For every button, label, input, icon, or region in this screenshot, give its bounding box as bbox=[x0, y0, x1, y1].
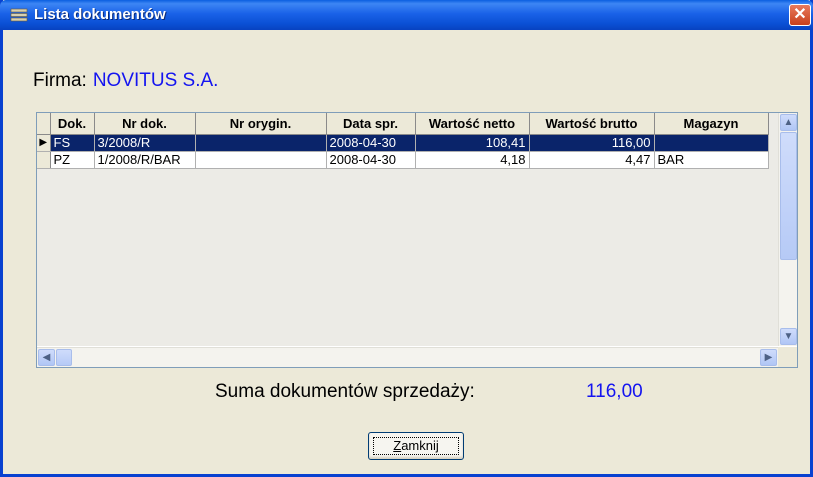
column-header-wartosc-netto[interactable]: Wartość netto bbox=[415, 113, 530, 135]
grid-body: Dok. Nr dok. Nr orygin. Data spr. Wartoś… bbox=[37, 113, 778, 346]
cell-magazyn[interactable]: BAR bbox=[654, 151, 769, 169]
horizontal-scrollbar[interactable]: ◀ ▶ bbox=[37, 347, 778, 367]
horizontal-scroll-thumb[interactable] bbox=[56, 349, 72, 366]
close-button[interactable]: Zamknij bbox=[368, 432, 464, 460]
close-icon[interactable]: ✕ bbox=[789, 4, 811, 26]
row-indicator-header bbox=[37, 113, 51, 135]
scroll-left-icon[interactable]: ◀ bbox=[38, 349, 55, 366]
row-indicator bbox=[37, 151, 51, 169]
cell-dok[interactable]: FS bbox=[50, 134, 95, 152]
column-header-nr-dok[interactable]: Nr dok. bbox=[94, 113, 196, 135]
focus-rectangle bbox=[373, 437, 459, 455]
column-header-data-spr[interactable]: Data spr. bbox=[326, 113, 416, 135]
document-list-window: Lista dokumentów ✕ Firma: NOVITUS S.A. Do… bbox=[0, 0, 813, 477]
cell-netto[interactable]: 108,41 bbox=[415, 134, 530, 152]
cell-data-spr[interactable]: 2008-04-30 bbox=[326, 151, 416, 169]
cell-netto[interactable]: 4,18 bbox=[415, 151, 530, 169]
company-name: NOVITUS S.A. bbox=[92, 70, 219, 91]
window-title: Lista dokumentów bbox=[34, 6, 166, 23]
title-bar[interactable]: Lista dokumentów ✕ bbox=[0, 0, 813, 30]
cell-brutto[interactable]: 4,47 bbox=[529, 151, 655, 169]
documents-grid: Dok. Nr dok. Nr orygin. Data spr. Wartoś… bbox=[36, 112, 798, 368]
documents-table: Dok. Nr dok. Nr orygin. Data spr. Wartoś… bbox=[37, 113, 769, 169]
scroll-right-icon[interactable]: ▶ bbox=[760, 349, 777, 366]
cell-nr-orygin[interactable] bbox=[195, 151, 327, 169]
list-window-icon bbox=[10, 8, 28, 22]
cell-dok[interactable]: PZ bbox=[50, 151, 95, 169]
cell-nr-dok[interactable]: 1/2008/R/BAR bbox=[94, 151, 196, 169]
table-row[interactable]: PZ 1/2008/R/BAR 2008-04-30 4,18 4,47 BAR bbox=[37, 151, 769, 169]
cell-nr-orygin[interactable] bbox=[195, 134, 327, 152]
cell-brutto[interactable]: 116,00 bbox=[529, 134, 655, 152]
table-row[interactable]: ▶ FS 3/2008/R 2008-04-30 108,41 116,00 bbox=[37, 134, 769, 152]
scroll-up-icon[interactable]: ▲ bbox=[780, 114, 797, 131]
cell-nr-dok[interactable]: 3/2008/R bbox=[94, 134, 196, 152]
scroll-down-icon[interactable]: ▼ bbox=[780, 328, 797, 345]
cell-magazyn[interactable] bbox=[654, 134, 769, 152]
vertical-scrollbar[interactable]: ▲ ▼ bbox=[778, 113, 797, 346]
scrollbar-corner bbox=[778, 347, 797, 367]
column-header-magazyn[interactable]: Magazyn bbox=[654, 113, 769, 135]
cell-data-spr[interactable]: 2008-04-30 bbox=[326, 134, 416, 152]
column-header-nr-orygin[interactable]: Nr orygin. bbox=[195, 113, 327, 135]
company-label: Firma: bbox=[33, 70, 87, 91]
vertical-scroll-thumb[interactable] bbox=[780, 132, 797, 260]
company-line: Firma: NOVITUS S.A. bbox=[33, 70, 218, 92]
sales-sum-value: 116,00 bbox=[586, 381, 643, 402]
column-header-wartosc-brutto[interactable]: Wartość brutto bbox=[529, 113, 655, 135]
table-header-row: Dok. Nr dok. Nr orygin. Data spr. Wartoś… bbox=[37, 113, 769, 135]
current-row-arrow-icon: ▶ bbox=[37, 134, 51, 152]
sales-sum-label: Suma dokumentów sprzedaży: bbox=[215, 381, 475, 402]
column-header-dok[interactable]: Dok. bbox=[50, 113, 95, 135]
